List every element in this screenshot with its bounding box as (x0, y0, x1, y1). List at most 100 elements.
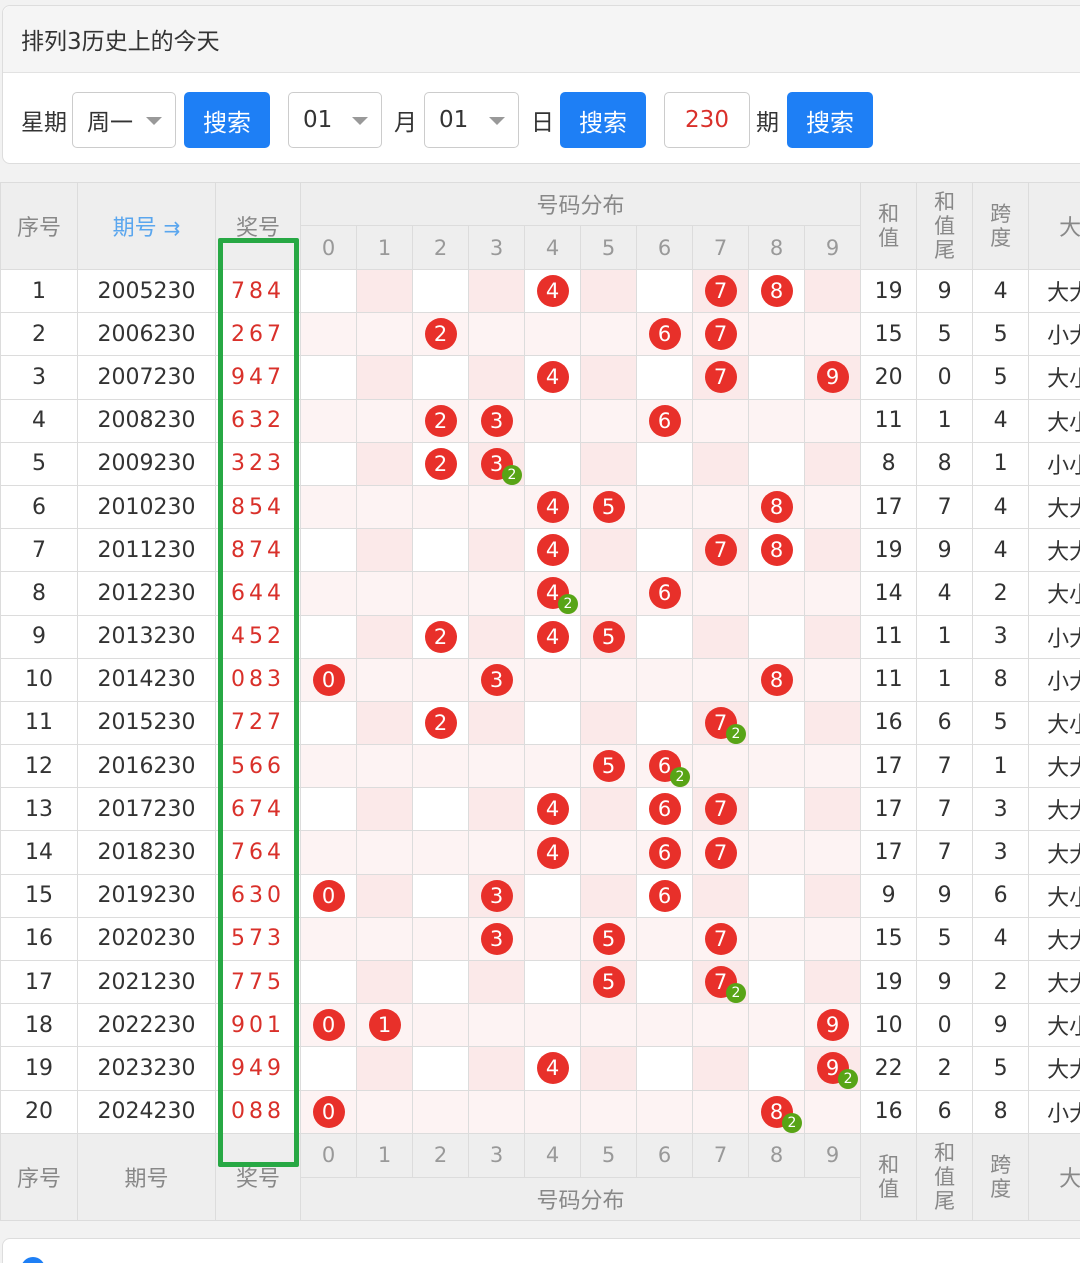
number-ball: 4 (536, 836, 569, 869)
number-ball: 3 (480, 404, 513, 437)
number-ball: 9 (816, 361, 849, 394)
dist-cell-2 (412, 571, 469, 616)
table-row: 220062302672671555小大 (0, 312, 1080, 357)
search-issue-button[interactable]: 搜索 (787, 92, 873, 148)
dist-cell-7: 7 (692, 312, 749, 357)
header-issue[interactable]: 期号 ⇉ (77, 182, 216, 270)
row-sum: 20 (860, 355, 918, 400)
dist-cell-6 (636, 700, 693, 746)
dist-cell-1 (356, 1046, 413, 1091)
month-select[interactable]: 01 (288, 92, 382, 148)
dist-cell-9 (803, 873, 862, 918)
dist-cell-5 (580, 398, 637, 443)
dist-cell-8: 82 (748, 1089, 805, 1134)
dist-cell-9: 9 (803, 355, 862, 400)
dist-cell-3: 3 (468, 873, 525, 918)
row-index: 1 (0, 268, 78, 314)
dist-cell-4 (524, 312, 581, 357)
row-sum-tail: 7 (916, 830, 974, 875)
chevron-down-icon (489, 117, 505, 125)
row-size: 小小 (1028, 441, 1080, 486)
dist-cell-4: 42 (524, 571, 581, 616)
dist-cell-3: 3 (468, 916, 525, 962)
issue-input[interactable]: 230 (664, 92, 750, 148)
search-date-button[interactable]: 搜索 (560, 92, 646, 148)
dist-cell-0 (300, 355, 357, 400)
row-size: 大大 (1028, 1046, 1080, 1091)
week-label: 星期 (21, 110, 67, 136)
row-sum: 11 (860, 398, 918, 443)
dist-cell-9 (803, 614, 862, 659)
row-sum: 19 (860, 528, 918, 573)
row-index: 9 (0, 614, 78, 659)
row-sum-tail: 6 (916, 700, 974, 746)
dist-cell-6 (636, 528, 693, 573)
dist-cell-4 (524, 959, 581, 1005)
day-select[interactable]: 01 (424, 92, 519, 148)
row-size: 小大 (1028, 1089, 1080, 1134)
repeat-count-badge: 2 (558, 594, 578, 615)
issue-label: 期 (756, 110, 779, 136)
header-digit-0: 0 (300, 225, 357, 270)
row-index: 19 (0, 1046, 78, 1091)
footer-digit-2: 2 (412, 1132, 469, 1178)
row-award: 775 (215, 959, 301, 1005)
dist-cell-6: 6 (636, 873, 693, 918)
dist-cell-1 (356, 484, 413, 530)
table-row: 1020142300830381118小大 (0, 657, 1080, 702)
dist-cell-7 (692, 744, 749, 789)
row-issue: 2014230 (77, 657, 216, 702)
row-index: 17 (0, 959, 78, 1005)
footer-digit-8: 8 (748, 1132, 805, 1178)
row-award: 632 (215, 398, 301, 443)
row-span: 8 (972, 1089, 1030, 1134)
search-week-button[interactable]: 搜索 (184, 92, 270, 148)
dist-cell-3 (468, 1089, 525, 1134)
header-span-label: 跨度 (990, 202, 1012, 250)
row-size: 大小 (1028, 873, 1080, 918)
sort-icon[interactable]: ⇉ (164, 216, 181, 240)
history-rows: 120052307844781994大大220062302672671555小大… (0, 268, 1080, 1134)
row-span: 5 (972, 1046, 1030, 1091)
footer-digit-6: 6 (636, 1132, 693, 1178)
row-award: 874 (215, 528, 301, 573)
number-ball: 5 (592, 491, 625, 524)
row-index: 16 (0, 916, 78, 962)
row-span: 1 (972, 441, 1030, 486)
repeat-count-badge: 2 (502, 464, 522, 485)
row-award: 267 (215, 312, 301, 357)
dist-cell-2 (412, 916, 469, 962)
row-sum-tail: 7 (916, 484, 974, 530)
row-award: 323 (215, 441, 301, 486)
row-size: 大大 (1028, 787, 1080, 832)
row-span: 9 (972, 1003, 1030, 1048)
number-ball: 7 (704, 318, 737, 351)
row-award: 674 (215, 787, 301, 832)
dist-cell-8 (748, 916, 805, 962)
dist-cell-8 (748, 787, 805, 832)
row-award: 764 (215, 830, 301, 875)
day-label: 日 (531, 110, 554, 136)
week-select[interactable]: 周一 (72, 92, 176, 148)
dist-cell-6: 6 (636, 312, 693, 357)
dist-cell-6 (636, 441, 693, 486)
row-issue: 2023230 (77, 1046, 216, 1091)
row-sum: 16 (860, 700, 918, 746)
number-ball: 4 (536, 620, 569, 653)
dist-cell-6: 6 (636, 398, 693, 443)
dist-cell-7 (692, 1003, 749, 1048)
row-award: 644 (215, 571, 301, 616)
dist-cell-5 (580, 657, 637, 702)
row-sum-tail: 4 (916, 571, 974, 616)
footer-size: 大 (1028, 1132, 1080, 1221)
dist-cell-2 (412, 1003, 469, 1048)
row-sum: 17 (860, 830, 918, 875)
dist-cell-3 (468, 528, 525, 573)
row-index: 10 (0, 657, 78, 702)
number-ball: 6 (648, 577, 681, 610)
row-sum: 16 (860, 1089, 918, 1134)
row-index: 15 (0, 873, 78, 918)
dist-cell-4 (524, 657, 581, 702)
search-toolbar: 星期 周一 搜索 01 月 01 日 搜索 230 期 搜索 (3, 92, 1080, 148)
header-size: 大 (1028, 182, 1080, 270)
